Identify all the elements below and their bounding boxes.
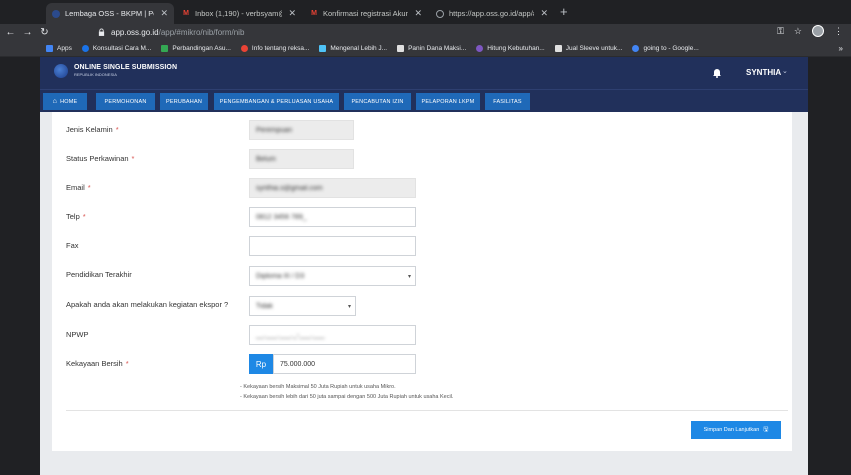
npwp-input[interactable]: __.___.___._-___.___ [249,325,416,345]
nav-home[interactable]: ⌂ HOME [43,93,87,110]
menu-icon[interactable]: ⋮ [834,26,843,37]
currency-prefix: Rp [249,354,273,374]
more-bookmarks-icon[interactable]: » [839,44,843,53]
npwp-label: NPWP [66,330,89,339]
dropdown-arrow-icon: ▾ [347,304,351,310]
status-perkawinan-field: Belum [249,149,354,169]
dropdown-arrow-icon: ▾ [407,274,411,280]
jenis-kelamin-field: Perempuan [249,120,354,140]
form-card: Jenis Kelamin * Perempuan Status Perkawin… [52,112,792,451]
bookmark-favicon [161,44,169,52]
telp-input[interactable]: 0812 3456 789_ [249,207,416,227]
nav-pencabutan-izin[interactable]: PENCABUTAN IZIN [344,93,411,110]
jenis-kelamin-label: Jenis Kelamin * [66,125,119,134]
pendidikan-select[interactable]: Diploma III / D3 ▾ [249,266,416,286]
close-tab-icon[interactable]: ✕ [160,8,168,19]
bookmark-favicon [81,44,89,52]
bookmark-favicon [240,44,248,52]
gmail-icon: M [311,10,317,17]
page-content: Jenis Kelamin * Perempuan Status Perkawin… [40,112,808,475]
lock-icon [98,28,105,36]
bookmark-item[interactable]: Jual Sleeve untuk... [554,44,622,52]
browser-tab[interactable]: https://app.oss.go.id/app/#ro/ ✕ [430,3,554,24]
home-icon: ⌂ [52,98,58,105]
bell-icon[interactable] [712,68,722,78]
logo-title: ONLINE SINGLE SUBMISSION [74,64,178,71]
close-tab-icon[interactable]: ✕ [414,8,422,19]
url-path: /app/#mikro/nib/form/nib [158,27,245,37]
browser-tab-bar: Lembaga OSS - BKPM | Pelay ✕ M Inbox (1,… [0,0,851,24]
nav-pengembangan[interactable]: PENGEMBANGAN & PERLUASAN USAHA [214,93,339,110]
oss-logo-icon [54,64,68,78]
bookmarks-bar: Apps Konsultasi Cara M... Perbandingan A… [0,40,851,57]
tab-title: https://app.oss.go.id/app/#ro/ [449,9,534,18]
new-tab-icon[interactable]: + [560,4,568,19]
kekayaan-note: - Kekayaan bersih Maksimal 50 Juta Rupia… [240,384,396,390]
url-host: app.oss.go.id [111,27,159,37]
bookmark-favicon [554,44,562,52]
kekayaan-input[interactable]: 75.000.000 [273,354,416,374]
apps-grid-icon [46,44,53,52]
site-header: ONLINE SINGLE SUBMISSION REPUBLIK INDONE… [40,57,808,89]
globe-icon [436,9,444,18]
bookmark-item[interactable]: going to - Google... [632,44,699,52]
ekspor-label: Apakah anda akan melakukan kegiatan eksp… [66,300,229,309]
bookmark-item[interactable]: Info tentang reksa... [240,44,309,52]
bookmark-favicon [319,44,327,52]
main-nav: ⌂ HOME PERMOHONAN PERUBAHAN PENGEMBANGAN … [40,89,808,112]
profile-avatar[interactable] [812,25,824,37]
divider [66,410,788,411]
bookmark-favicon [476,44,484,52]
pendidikan-label: Pendidikan Terakhir [66,270,132,279]
bookmark-item[interactable]: Mengenal Lebih J... [319,44,387,52]
nav-permohonan[interactable]: PERMOHONAN [96,93,155,110]
save-continue-button[interactable]: Simpan Dan Lanjutkan 🖫 [691,421,781,439]
tab-title: Inbox (1,190) - verbsyam@gm [195,9,282,18]
telp-label: Telp * [66,212,86,221]
fax-input[interactable] [249,236,416,256]
fax-label: Fax [66,241,79,250]
oss-favicon [52,9,60,18]
nav-perubahan[interactable]: PERUBAHAN [160,93,208,110]
bookmark-item[interactable]: Panin Dana Maksi... [397,44,466,52]
save-icon: 🖫 [763,427,769,433]
back-icon[interactable]: ← [4,27,17,38]
oss-logo[interactable]: ONLINE SINGLE SUBMISSION REPUBLIK INDONE… [54,64,177,78]
kekayaan-label: Kekayaan Bersih * [66,359,129,368]
gmail-icon: M [183,10,189,17]
email-label: Email * [66,183,91,192]
star-icon[interactable]: ☆ [794,26,802,37]
nav-fasilitas[interactable]: FASILITAS [485,93,530,110]
reload-icon[interactable]: ↻ [38,27,51,38]
close-tab-icon[interactable]: ✕ [288,8,296,19]
bookmark-favicon [397,44,405,52]
bookmark-item[interactable]: Perbandingan Asu... [161,44,231,52]
nav-pelaporan-lkpm[interactable]: PELAPORAN LKPM [416,93,480,110]
key-icon[interactable]: ⚿ [777,26,784,37]
ekspor-select[interactable]: Tidak ▾ [249,296,356,316]
close-tab-icon[interactable]: ✕ [540,8,548,19]
chevron-down-icon[interactable]: ⌄ [782,67,788,75]
tab-title: Konfirmasi registrasi Akun Sis [323,9,409,18]
tab-title: Lembaga OSS - BKPM | Pelay [65,9,154,18]
browser-toolbar: ← → ↻ app.oss.go.id/app/#mikro/nib/form/… [0,24,851,40]
bookmark-item[interactable]: Konsultasi Cara M... [81,44,151,52]
address-bar[interactable]: app.oss.go.id/app/#mikro/nib/form/nib [98,25,244,39]
browser-tab[interactable]: M Inbox (1,190) - verbsyam@gm ✕ [176,3,302,24]
google-icon [632,44,640,52]
bookmark-item[interactable]: Hitung Kebutuhan... [476,44,545,52]
user-menu[interactable]: SYNTHIA [746,68,781,77]
status-perkawinan-label: Status Perkawinan * [66,154,135,163]
forward-icon[interactable]: → [21,27,34,38]
logo-subtitle: REPUBLIK INDONESIA [74,72,117,77]
kekayaan-note: - Kekayaan bersih lebih dari 50 juta sam… [240,394,454,400]
email-field: synthia.s@gmail.com [249,178,416,198]
bookmark-apps[interactable]: Apps [46,44,72,52]
browser-tab[interactable]: Lembaga OSS - BKPM | Pelay ✕ [46,3,174,24]
browser-tab[interactable]: M Konfirmasi registrasi Akun Sis ✕ [304,3,428,24]
